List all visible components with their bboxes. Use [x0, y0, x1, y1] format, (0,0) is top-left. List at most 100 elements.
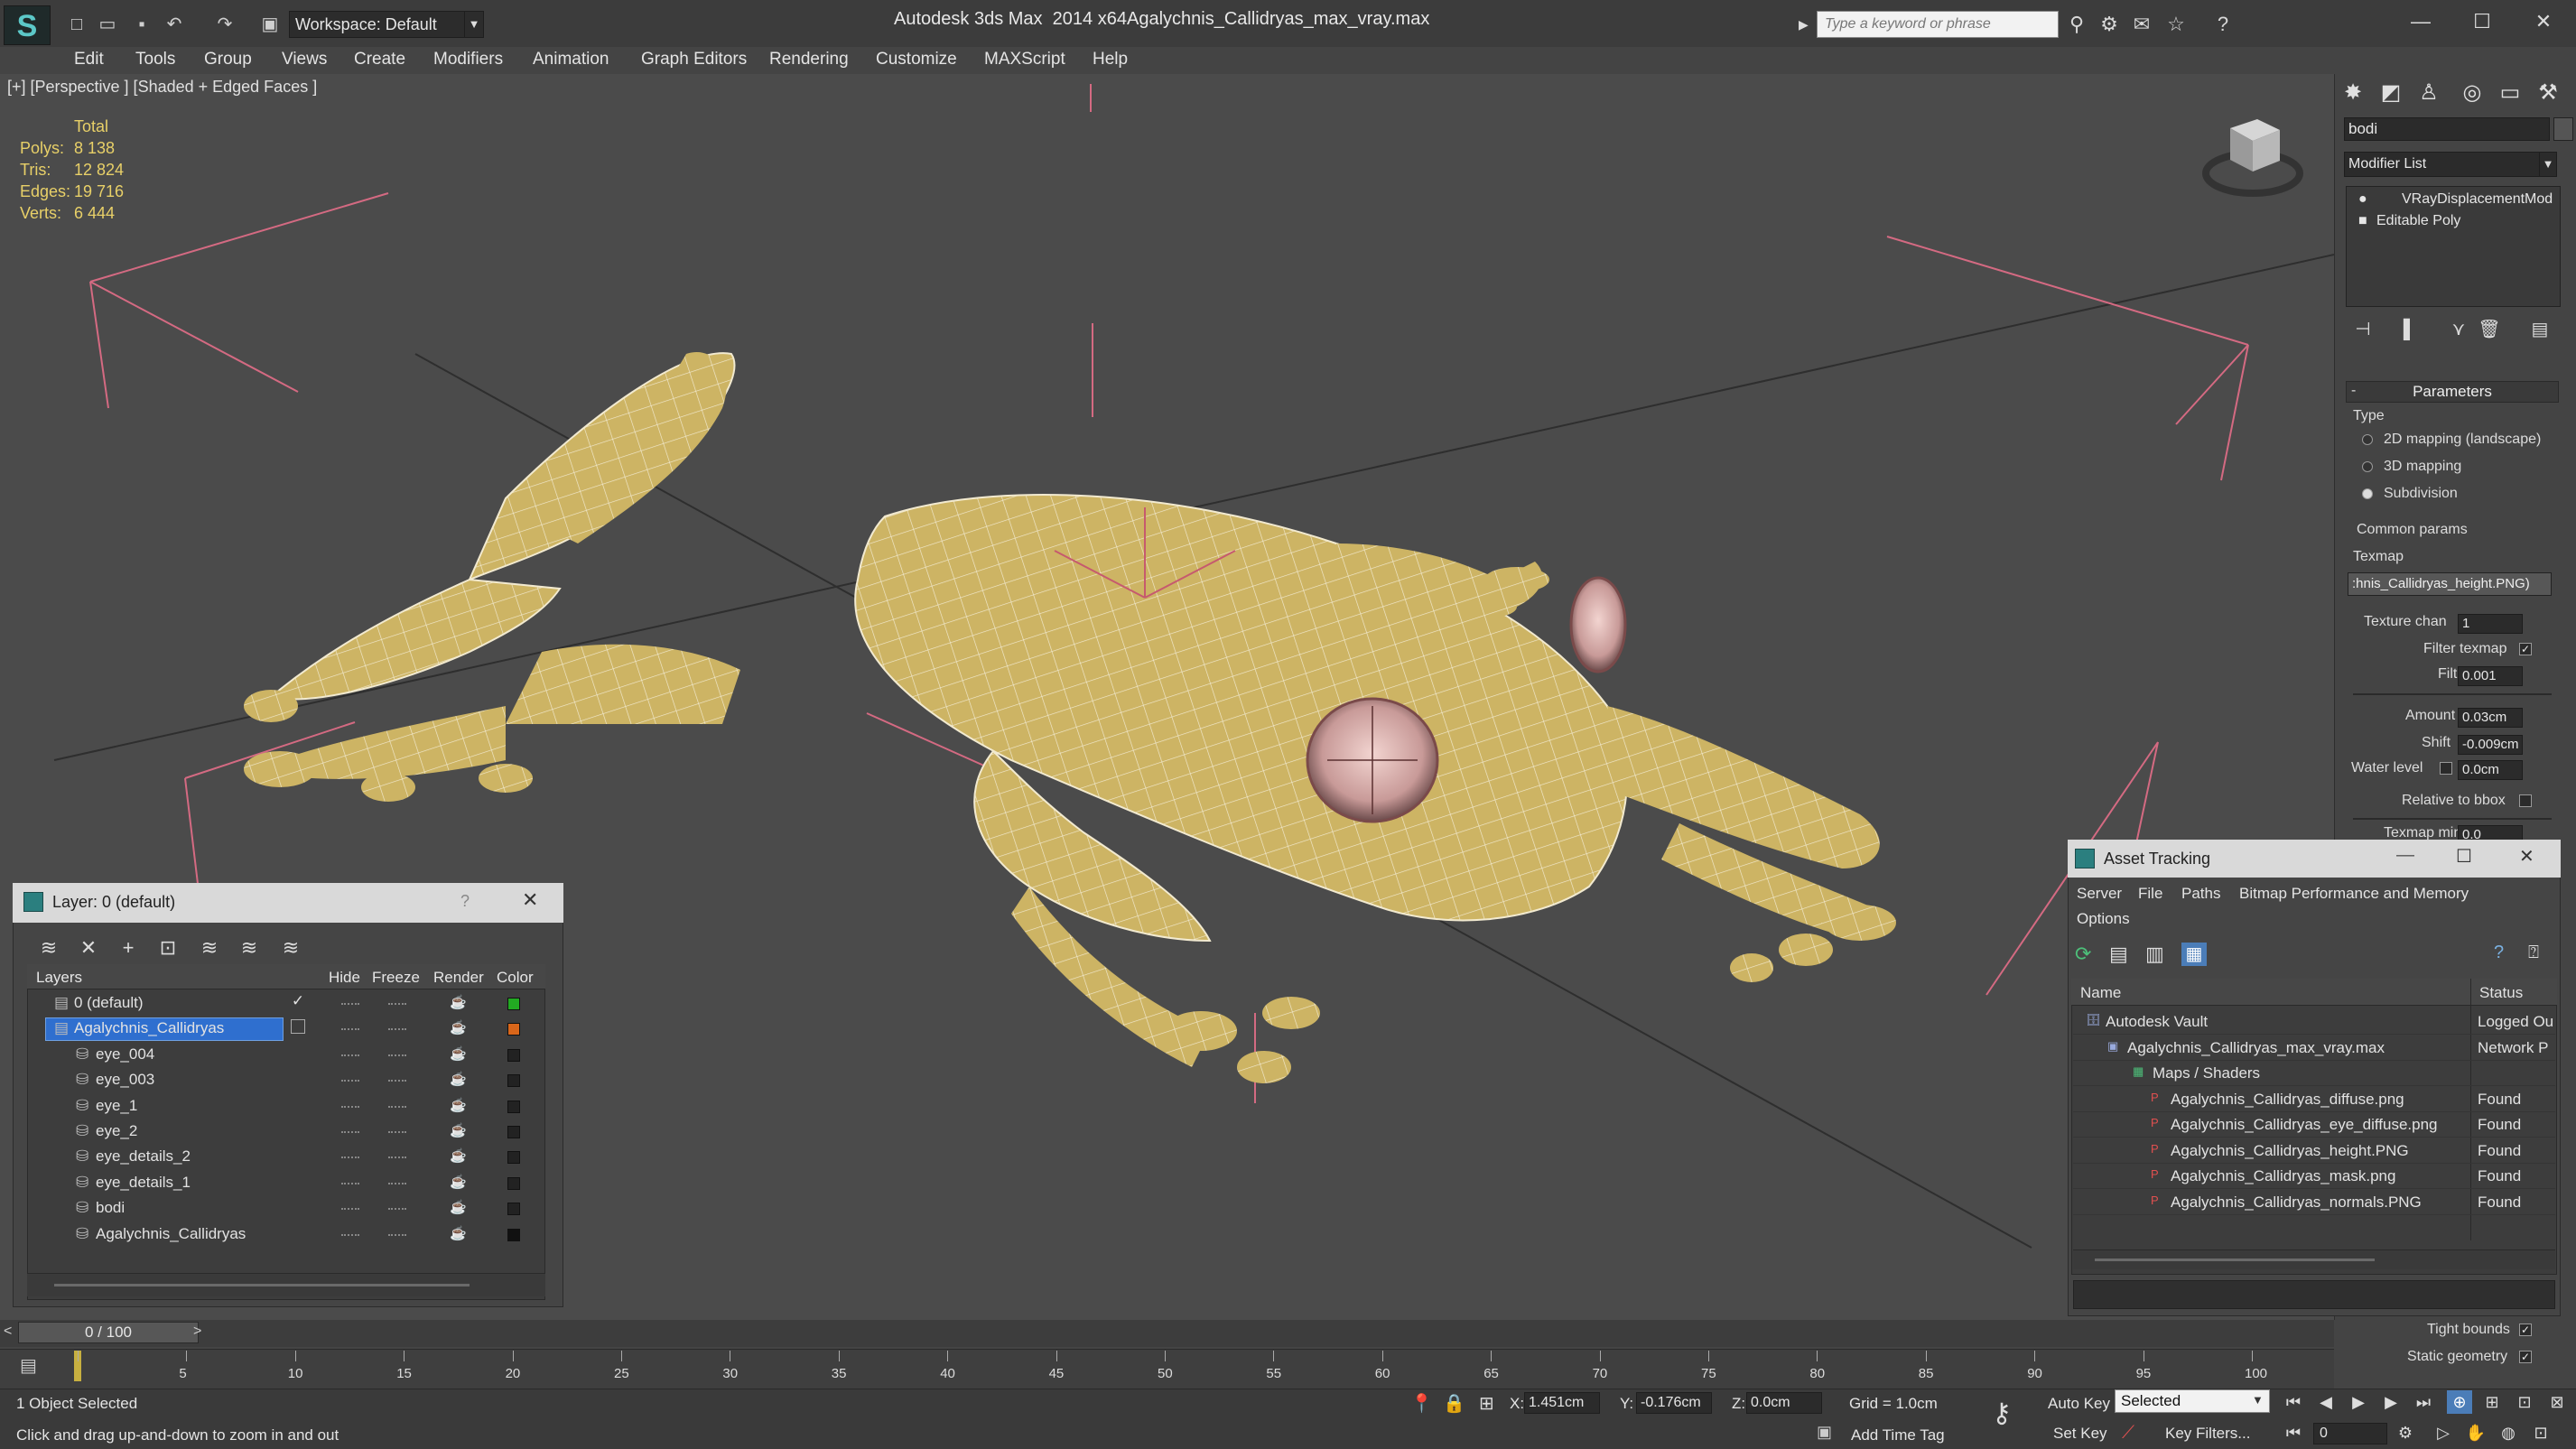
object-name-field[interactable]: bodi	[2344, 117, 2550, 141]
layer-color-swatch[interactable]	[507, 1228, 520, 1241]
key-icon[interactable]: ⚷	[1992, 1398, 2012, 1429]
layer-color-swatch[interactable]	[507, 1126, 520, 1138]
radio-2d-mapping-label[interactable]: 2D mapping (landscape)	[2384, 432, 2541, 448]
layer-color-swatch[interactable]	[507, 1048, 520, 1062]
go-to-end-icon[interactable]: ⏭	[2411, 1390, 2436, 1414]
close-icon[interactable]: ✕	[2512, 4, 2575, 40]
hide-all-layers-icon[interactable]: ≋	[237, 936, 262, 960]
static-geometry-checkbox[interactable]: ✓	[2519, 1351, 2532, 1363]
auto-key-button[interactable]: Auto Key	[2048, 1395, 2110, 1413]
save-icon[interactable]: ▪	[130, 13, 153, 36]
orbit-icon[interactable]: ◍	[2496, 1421, 2521, 1444]
render-teapot-icon[interactable]: ☕	[450, 1045, 467, 1062]
menu-graph-editors[interactable]: Graph Editors	[641, 50, 747, 70]
shift-spinner[interactable]: -0.009cm	[2458, 735, 2523, 755]
render-teapot-icon[interactable]: ☕	[450, 1199, 467, 1215]
search-input[interactable]: Type a keyword or phrase	[1817, 11, 2059, 38]
radio-3d-mapping[interactable]	[2362, 461, 2373, 472]
layer-row-name[interactable]: eye_003	[96, 1071, 154, 1089]
delete-layer-icon[interactable]: ✕	[76, 936, 101, 960]
layer-color-swatch[interactable]	[507, 1100, 520, 1113]
isolate-pin-icon[interactable]: 📍	[1410, 1392, 1433, 1415]
layer-row-name[interactable]: Agalychnis_Callidryas	[96, 1225, 246, 1243]
asset-menu-paths[interactable]: Paths	[2181, 885, 2220, 903]
time-slider-track[interactable]	[0, 1320, 2334, 1347]
chevron-down-icon[interactable]: ▼	[464, 11, 484, 38]
hide-toggle[interactable]	[341, 1182, 359, 1185]
layer-row-name[interactable]: eye_1	[96, 1097, 137, 1115]
lock-selection-icon[interactable]: 🔒	[1443, 1392, 1465, 1415]
asset-menu-bitmap-performance[interactable]: Bitmap Performance and Memory	[2239, 885, 2469, 903]
object-color-swatch[interactable]	[2553, 117, 2573, 141]
pin-stack-icon[interactable]: ⊣	[2351, 318, 2375, 341]
redo-icon[interactable]: ↷	[213, 13, 237, 36]
new-file-icon[interactable]: □	[65, 13, 88, 36]
header-status[interactable]: Status	[2479, 984, 2523, 1002]
show-end-result-icon[interactable]: ▌	[2398, 318, 2422, 341]
minimize-icon[interactable]: —	[2396, 845, 2414, 866]
list-view-icon[interactable]: ▤	[2109, 943, 2128, 966]
asset-row-name[interactable]: Agalychnis_Callidryas_height.PNG	[2171, 1142, 2409, 1160]
layer-row-name[interactable]: eye_details_2	[96, 1147, 191, 1166]
amount-spinner[interactable]: 0.03cm	[2458, 708, 2523, 728]
header-render[interactable]: Render	[433, 969, 484, 987]
freeze-toggle[interactable]	[388, 1131, 406, 1134]
water-level-checkbox[interactable]	[2440, 762, 2452, 775]
communication-icon[interactable]: ✉	[2129, 12, 2154, 37]
play-icon[interactable]: ▶	[2346, 1390, 2371, 1414]
freeze-toggle[interactable]	[388, 1233, 406, 1237]
radio-subdivision[interactable]	[2362, 488, 2373, 499]
hide-toggle[interactable]	[341, 1208, 359, 1211]
radio-3d-mapping-label[interactable]: 3D mapping	[2384, 459, 2461, 475]
modify-tab-icon[interactable]: ◩	[2375, 78, 2407, 108]
key-filters-button[interactable]: Key Filters...	[2165, 1425, 2250, 1443]
relative-bbox-checkbox[interactable]	[2519, 794, 2532, 807]
freeze-toggle[interactable]	[388, 1054, 406, 1057]
set-key-button[interactable]: Set Key	[2053, 1425, 2107, 1443]
radio-2d-mapping[interactable]	[2362, 434, 2373, 445]
filter-blur-spinner[interactable]: 0.001	[2458, 666, 2523, 686]
active-layer-check[interactable]	[291, 1097, 305, 1111]
active-layer-check[interactable]	[291, 1147, 305, 1162]
asset-row[interactable]	[2073, 1061, 2555, 1086]
parameters-rollout-header[interactable]: Parameters	[2346, 381, 2559, 403]
hide-toggle[interactable]	[341, 1156, 359, 1159]
detail-view-icon[interactable]: ▥	[2145, 943, 2164, 966]
menu-customize[interactable]: Customize	[876, 50, 957, 70]
render-teapot-icon[interactable]: ☕	[450, 1071, 467, 1087]
render-teapot-icon[interactable]: ☕	[450, 1097, 467, 1113]
asset-row-name[interactable]: Agalychnis_Callidryas_diffuse.png	[2171, 1091, 2404, 1109]
active-layer-check[interactable]	[291, 1225, 305, 1240]
help-icon[interactable]: ?	[460, 892, 470, 911]
modifier-list-dropdown[interactable]: Modifier List	[2344, 152, 2557, 177]
time-tag-icon[interactable]: ▣	[1817, 1423, 1832, 1442]
app-menu-logo-icon[interactable]: S	[4, 5, 51, 45]
next-frame-icon[interactable]: >	[193, 1324, 201, 1340]
hide-toggle[interactable]	[341, 1054, 359, 1057]
mini-curve-editor-icon[interactable]: ▤	[20, 1354, 37, 1377]
y-coordinate-field[interactable]: -0.176cm	[1636, 1392, 1712, 1414]
configure-sets-icon[interactable]: ▤	[2528, 318, 2552, 341]
freeze-toggle[interactable]	[388, 1208, 406, 1211]
asset-row-name[interactable]: Agalychnis_Callidryas_normals.PNG	[2171, 1194, 2422, 1212]
project-folder-icon[interactable]: ▣	[258, 13, 282, 36]
utilities-tab-icon[interactable]: ⚒	[2532, 78, 2564, 108]
header-color[interactable]: Color	[497, 969, 534, 987]
workspace-dropdown[interactable]: Workspace: Default	[289, 11, 468, 38]
next-frame-icon[interactable]: ▶	[2378, 1390, 2404, 1414]
hide-toggle[interactable]	[341, 1105, 359, 1109]
active-layer-check[interactable]: ✓	[291, 993, 305, 1008]
active-layer-check[interactable]	[291, 1071, 305, 1085]
water-level-spinner[interactable]: 0.0cm	[2458, 760, 2523, 780]
chevron-down-icon[interactable]: ▼	[2252, 1393, 2264, 1407]
minimize-icon[interactable]: —	[2389, 4, 2452, 40]
zoom-extents-icon[interactable]: ⊡	[2512, 1390, 2537, 1414]
layer-color-swatch[interactable]	[507, 998, 520, 1010]
active-layer-check[interactable]	[291, 1045, 305, 1060]
render-teapot-icon[interactable]: ☕	[450, 1225, 467, 1241]
hierarchy-tab-icon[interactable]: ♙	[2413, 78, 2445, 108]
asset-row-name[interactable]: Agalychnis_Callidryas_eye_diffuse.png	[2171, 1116, 2437, 1134]
menu-edit[interactable]: Edit	[74, 50, 104, 70]
header-name[interactable]: Name	[2080, 984, 2121, 1002]
asset-row-name[interactable]: Maps / Shaders	[2153, 1064, 2260, 1082]
